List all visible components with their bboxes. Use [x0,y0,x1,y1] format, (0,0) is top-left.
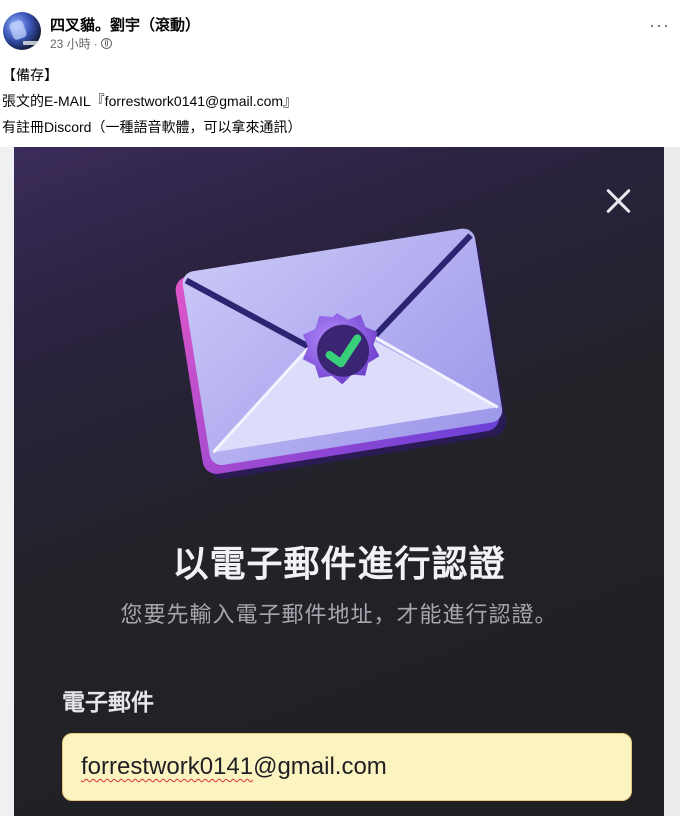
author-avatar[interactable] [3,12,41,50]
screenshot-edge [664,147,680,816]
post-author-name[interactable]: 四叉貓。劉宇（滾動） [50,14,200,35]
dialog-title: 以電子郵件進行認證 [172,543,506,584]
post-meta: 23 小時 · [50,35,112,52]
email-field-label: 電子郵件 [62,689,154,715]
screenshot-edge [0,147,14,816]
email-verify-dialog: 以電子郵件進行認證 您要先輸入電子郵件地址，才能進行認證。 電子郵件 forre… [14,147,664,816]
post-line: 有註冊Discord（一種語音軟體，可以拿來通訊） [2,119,302,135]
facebook-post: 四叉貓。劉宇（滾動） 23 小時 · ··· 【備存】 張文的E-MAIL『fo… [0,0,680,145]
post-line: 【備存】 [2,67,58,83]
email-field[interactable]: forrestwork0141@gmail.com [62,733,632,801]
envelope-verified-icon [175,228,507,479]
email-value-user: forrestwork0141 [81,753,254,780]
dialog-subtitle: 您要先輸入電子郵件地址，才能進行認證。 [120,602,558,627]
attached-screenshot[interactable]: 以電子郵件進行認證 您要先輸入電子郵件地址，才能進行認證。 電子郵件 forre… [0,147,680,816]
post-line: 張文的E-MAIL『forrestwork0141@gmail.com』 [2,93,298,109]
meta-separator: · [93,36,98,51]
close-icon[interactable] [600,183,636,219]
more-options-icon[interactable]: ··· [649,16,670,34]
post-timestamp[interactable]: 23 小時 [50,35,91,52]
post-body: 【備存】 張文的E-MAIL『forrestwork0141@gmail.com… [2,62,301,140]
email-value-domain: @gmail.com [253,753,387,780]
globe-icon [100,38,112,49]
